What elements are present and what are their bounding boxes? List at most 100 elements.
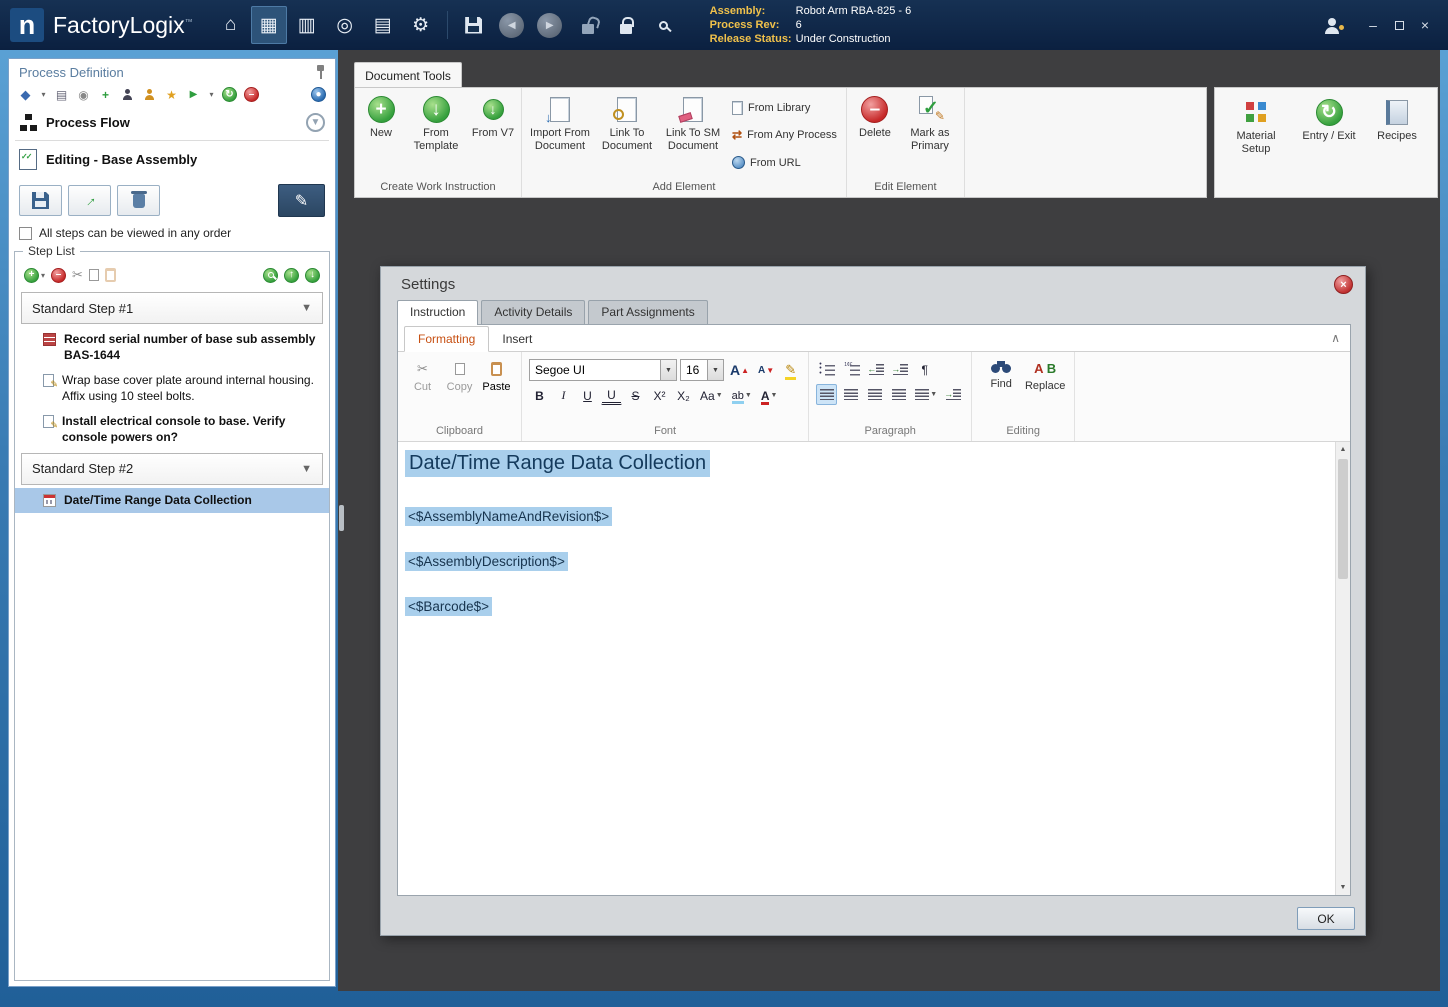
- token-barcode[interactable]: <$Barcode$>: [405, 597, 493, 616]
- italic-button[interactable]: I: [553, 385, 574, 406]
- import-from-document-button[interactable]: Import From Document: [527, 91, 593, 179]
- decrease-indent-button[interactable]: [866, 359, 887, 380]
- checkbox[interactable]: [19, 226, 32, 240]
- new-process-button[interactable]: ◆: [17, 86, 34, 103]
- process-templates-button[interactable]: ▥: [289, 6, 325, 44]
- remove-step-button[interactable]: –: [51, 267, 67, 283]
- work-instructions-button[interactable]: ▦: [250, 6, 287, 44]
- step-activity-selected[interactable]: Date/Time Range Data Collection: [15, 487, 329, 514]
- unlock-button[interactable]: [570, 6, 606, 44]
- save-button[interactable]: [456, 6, 492, 44]
- tab-insert[interactable]: Insert: [489, 327, 545, 351]
- align-center-button[interactable]: [840, 384, 861, 405]
- bullet-list-button[interactable]: [816, 359, 838, 380]
- token-assembly-name-revision[interactable]: <$AssemblyNameAndRevision$>: [405, 507, 613, 526]
- send-dropdown[interactable]: ▾: [207, 86, 216, 103]
- link-to-sm-document-button[interactable]: Link To SM Document: [661, 91, 725, 179]
- paragraph-marks-button[interactable]: ¶: [914, 359, 935, 380]
- material-setup-button[interactable]: Material Setup: [1223, 94, 1289, 155]
- splitter-handle[interactable]: [339, 505, 344, 531]
- process-flow-row[interactable]: Process Flow ▼: [9, 106, 335, 139]
- delete-element-button[interactable]: – Delete: [852, 91, 898, 179]
- search-button[interactable]: [646, 6, 682, 44]
- underline-button[interactable]: U: [577, 385, 598, 406]
- edit-mode-button[interactable]: ✎: [278, 184, 325, 217]
- chevron-down-icon[interactable]: ▼: [301, 302, 312, 314]
- double-underline-button[interactable]: U: [601, 386, 622, 405]
- mark-as-primary-button[interactable]: ✓ Mark as Primary: [901, 91, 959, 179]
- shrink-font-button[interactable]: A ▼: [755, 360, 777, 381]
- document-heading[interactable]: Date/Time Range Data Collection: [405, 450, 711, 477]
- find-button[interactable]: Find: [979, 355, 1023, 424]
- step-header-2[interactable]: Standard Step #2 ▼: [21, 452, 323, 485]
- copy-button[interactable]: Copy: [442, 355, 477, 424]
- replace-button[interactable]: A B Replace: [1023, 355, 1067, 424]
- format-painter-button[interactable]: ✎: [780, 360, 801, 381]
- delete-assembly-button[interactable]: [117, 185, 160, 216]
- grow-font-button[interactable]: A ▲: [727, 360, 752, 381]
- recipes-button[interactable]: Recipes: [1369, 94, 1425, 143]
- change-case-button[interactable]: Aa ▼: [697, 385, 726, 406]
- forward-button[interactable]: ▶: [532, 6, 568, 44]
- from-template-button[interactable]: ↓ From Template: [405, 91, 467, 179]
- add-step-button[interactable]: +: [24, 267, 39, 283]
- from-url-button[interactable]: From URL: [732, 156, 837, 170]
- bold-button[interactable]: B: [529, 385, 550, 406]
- superscript-button[interactable]: X²: [649, 385, 670, 406]
- link-to-document-button[interactable]: Link To Document: [596, 91, 658, 179]
- add-step-dropdown[interactable]: ▾: [41, 271, 45, 280]
- chevron-down-icon[interactable]: ▼: [301, 463, 312, 475]
- collapse-button[interactable]: ▼: [306, 113, 325, 132]
- entry-exit-button[interactable]: ↻ Entry / Exit: [1295, 94, 1363, 143]
- help-button[interactable]: ●: [310, 86, 327, 103]
- step-header-1[interactable]: Standard Step #1 ▼: [21, 292, 323, 324]
- documents-button[interactable]: ▤: [365, 6, 401, 44]
- scrollbar-thumb[interactable]: [1338, 459, 1348, 579]
- copy-step-button[interactable]: [88, 265, 104, 281]
- paragraph-settings-button[interactable]: [943, 384, 964, 405]
- paste-button[interactable]: Paste: [479, 355, 514, 424]
- strikethrough-button[interactable]: S: [625, 385, 646, 406]
- align-right-button[interactable]: [864, 384, 885, 405]
- line-spacing-button[interactable]: ▼: [912, 384, 940, 405]
- font-size-select[interactable]: 16 ▼: [680, 359, 724, 381]
- tab-activity-details[interactable]: Activity Details: [481, 300, 586, 324]
- operations-button[interactable]: ◎: [327, 6, 363, 44]
- ok-button[interactable]: OK: [1297, 907, 1355, 930]
- move-step-up-button[interactable]: ↑: [284, 267, 299, 283]
- paste-step-button[interactable]: [104, 268, 116, 282]
- send-button[interactable]: ▶: [185, 86, 202, 103]
- cut-button[interactable]: ✂ Cut: [405, 355, 440, 424]
- lock-button[interactable]: [608, 6, 644, 44]
- remove-button[interactable]: –: [243, 86, 260, 103]
- document-tools-tab[interactable]: Document Tools: [354, 62, 462, 88]
- step-activity[interactable]: Wrap base cover plate around internal ho…: [15, 368, 329, 409]
- subscript-button[interactable]: X₂: [673, 385, 694, 406]
- numbered-list-button[interactable]: [841, 359, 863, 380]
- step-activity[interactable]: Record serial number of base sub assembl…: [15, 327, 329, 368]
- scroll-down-button[interactable]: ▼: [1336, 880, 1350, 895]
- align-justify-button[interactable]: [888, 384, 909, 405]
- font-family-select[interactable]: Segoe UI ▼: [529, 359, 677, 381]
- new-process-dropdown[interactable]: ▾: [39, 86, 48, 103]
- favorite-button[interactable]: ★: [163, 86, 180, 103]
- tab-part-assignments[interactable]: Part Assignments: [588, 300, 708, 324]
- from-any-process-button[interactable]: ⇄ From Any Process: [732, 128, 837, 142]
- font-color-button[interactable]: A ▼: [758, 385, 781, 406]
- back-button[interactable]: ◀: [494, 6, 530, 44]
- pin-icon[interactable]: [315, 65, 325, 80]
- from-v7-button[interactable]: ↓ From V7: [470, 91, 516, 179]
- highlight-color-button[interactable]: ab ▼: [729, 385, 755, 406]
- find-step-button[interactable]: [263, 267, 278, 283]
- document-editing-area[interactable]: Date/Time Range Data Collection <$Assemb…: [398, 442, 1350, 895]
- user-button[interactable]: [1314, 6, 1350, 44]
- audit-button[interactable]: [119, 86, 136, 103]
- home-button[interactable]: ⌂: [213, 6, 249, 44]
- from-library-button[interactable]: From Library: [732, 100, 837, 115]
- minimize-button[interactable]: –: [1360, 14, 1386, 36]
- token-assembly-description[interactable]: <$AssemblyDescription$>: [405, 552, 568, 571]
- sync-button[interactable]: ↻: [221, 86, 238, 103]
- scroll-up-button[interactable]: ▲: [1336, 442, 1350, 457]
- new-button[interactable]: + New: [360, 91, 402, 179]
- step-activity[interactable]: Install electrical console to base. Veri…: [15, 409, 329, 450]
